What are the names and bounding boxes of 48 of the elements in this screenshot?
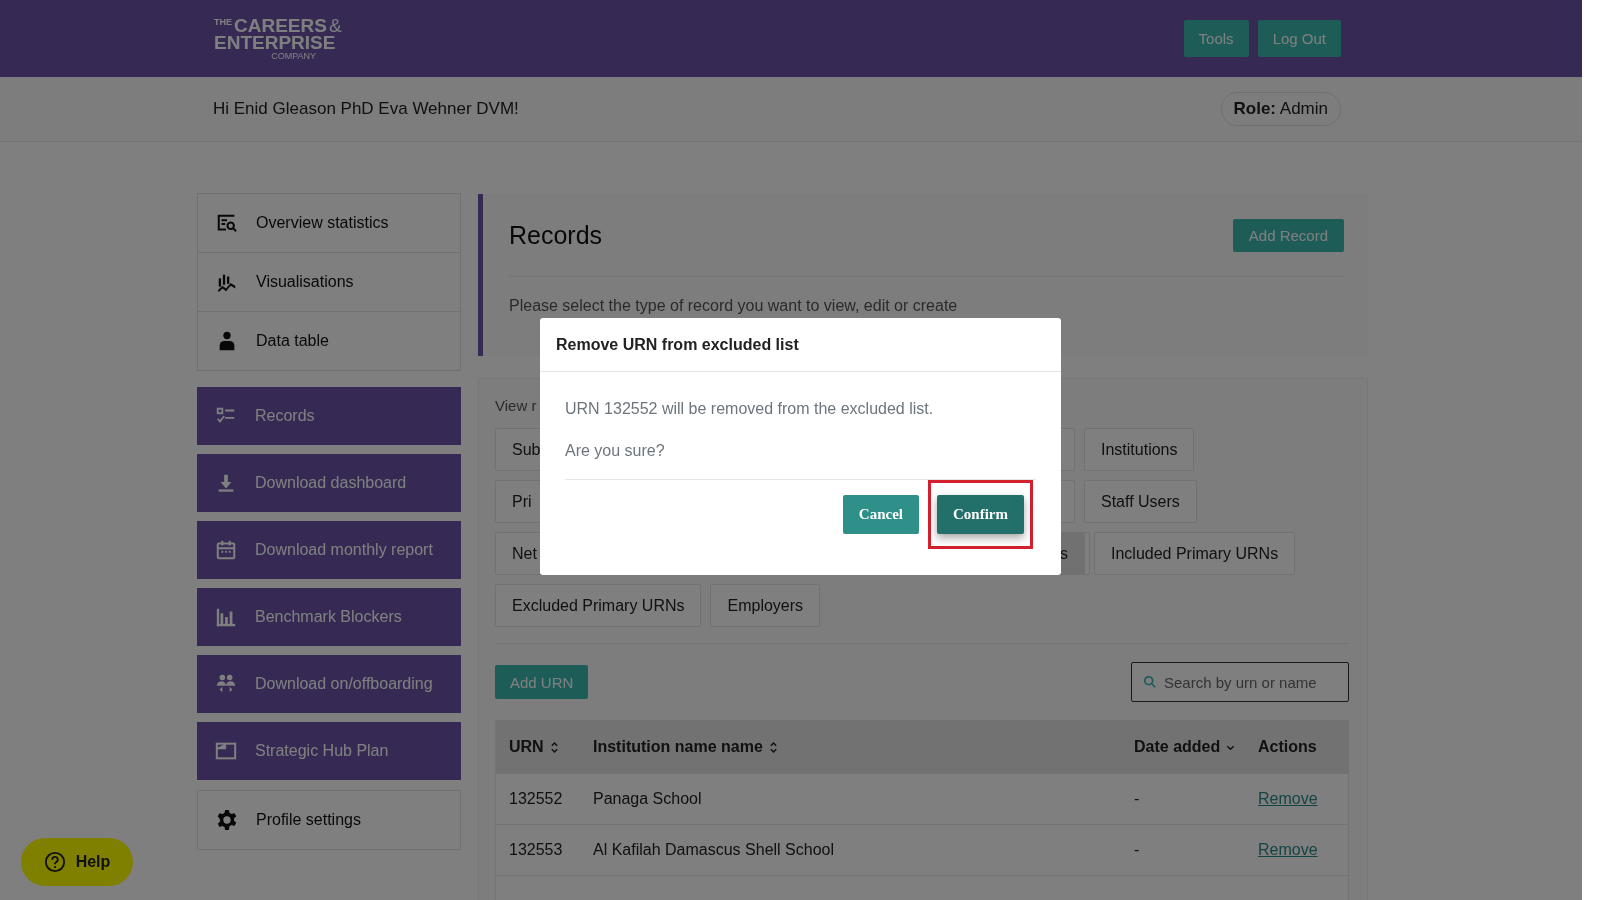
bar-chart-icon [215, 606, 237, 628]
table-cell-text: - [1134, 790, 1141, 808]
settings-icon [216, 809, 238, 831]
remove-link[interactable]: Remove [1258, 841, 1318, 858]
sidebar-item[interactable]: Visualisations [197, 252, 461, 312]
magnifier-chart-icon [216, 212, 238, 234]
window-icon [215, 740, 237, 762]
sidebar-item[interactable]: Download dashboard [197, 454, 461, 512]
cancel-button[interactable]: Cancel [842, 495, 919, 534]
sidebar-item[interactable]: Download monthly report [197, 521, 461, 579]
sidebar-item[interactable]: Data table [197, 311, 461, 371]
sidebar-item[interactable]: Strategic Hub Plan [197, 722, 461, 780]
greeting-text: Hi Enid Gleason PhD Eva Wehner DVM! [213, 99, 519, 119]
help-button[interactable]: Help [21, 838, 133, 886]
sidebar-item[interactable]: Benchmark Blockers [197, 588, 461, 646]
table-cell-text: Al Kafilah Damascus Shell School [593, 841, 835, 859]
calendar-icon [215, 539, 237, 561]
dialog-question: Are you sure? [565, 442, 666, 460]
column-header[interactable]: Actions [1258, 738, 1317, 756]
dialog-title: Remove URN from excluded list [556, 336, 799, 353]
record-type-tab[interactable]: Institutions [1084, 428, 1195, 471]
confirm-button[interactable]: Confirm [937, 495, 1024, 534]
sidebar-item[interactable]: Overview statistics [197, 193, 461, 253]
table-cell-text: 132553 [508, 841, 564, 859]
sidebar-item[interactable]: Records [197, 387, 461, 445]
sort-icon[interactable] [768, 739, 778, 755]
record-type-tab[interactable]: Employers [710, 584, 821, 627]
remove-link[interactable]: Remove [1258, 790, 1318, 807]
table-cell-text: 132552 [508, 790, 564, 808]
sidebar-item[interactable]: Profile settings [197, 790, 461, 850]
record-type-tab[interactable]: Included Primary URNs [1094, 532, 1296, 575]
record-type-tab[interactable]: Excluded Primary URNs [495, 584, 702, 627]
help-icon [43, 851, 66, 873]
column-header[interactable]: URN [509, 738, 544, 756]
dialog-message: URN 132552 will be removed from the excluded list. [565, 400, 935, 418]
page-title: Records [509, 221, 603, 250]
sidebar-item[interactable]: Download on/offboarding [197, 655, 461, 713]
table-cell-text: - [1134, 841, 1141, 859]
search-field[interactable]: Search by urn or name [1131, 662, 1349, 702]
column-header[interactable]: Institution name name [593, 738, 763, 756]
column-header[interactable]: Date added [1134, 738, 1221, 756]
record-type-tab[interactable]: Staff Users [1084, 480, 1197, 523]
view-label: View r [495, 397, 537, 414]
description-text: Please select the type of record you want to view, edit or create [509, 297, 959, 315]
table-cell-text: Panaga School [593, 790, 703, 808]
sort-icon[interactable] [549, 739, 559, 755]
role-badge: Role: Admin [1220, 92, 1341, 126]
search-icon [1143, 675, 1157, 689]
